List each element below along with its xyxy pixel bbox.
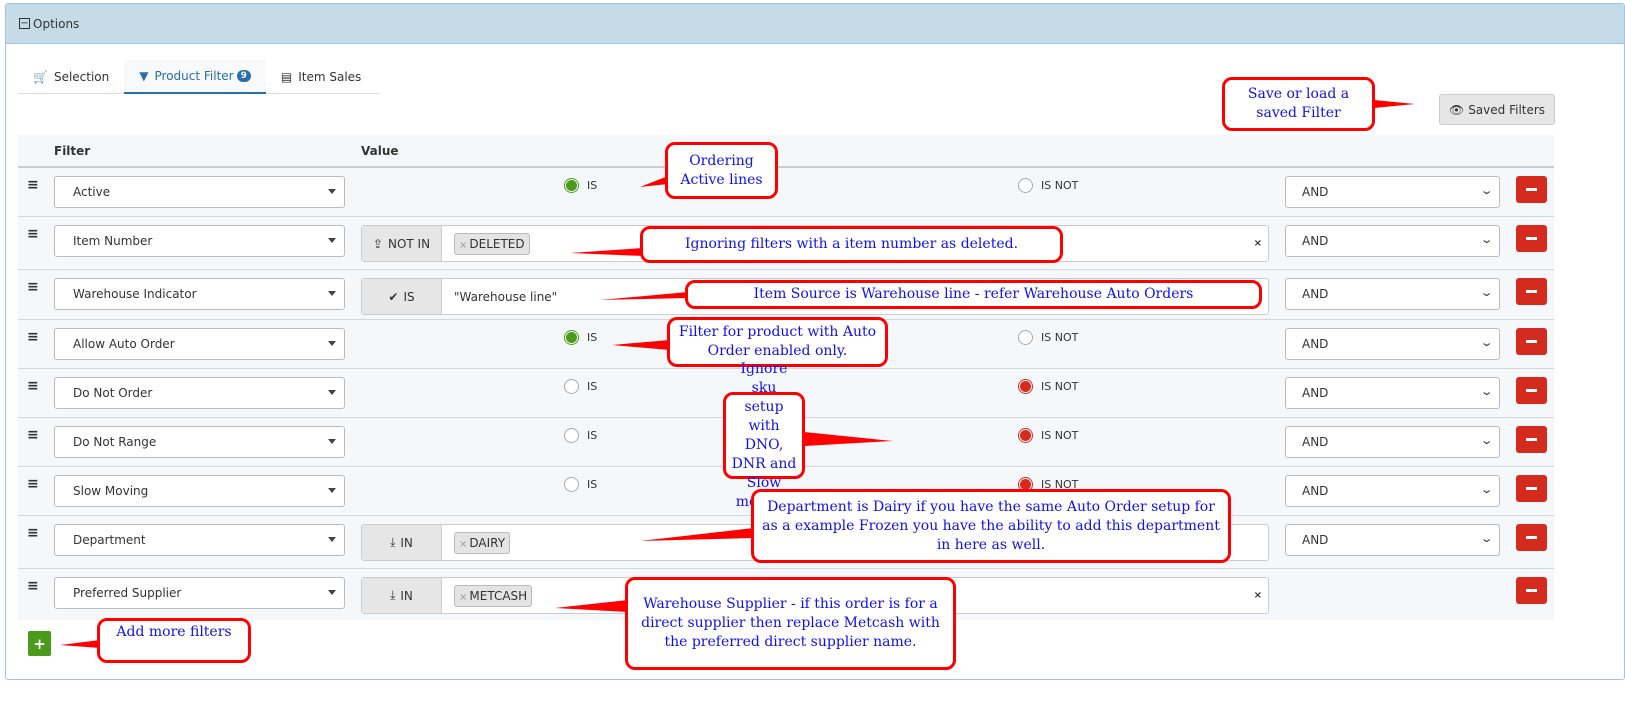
pointer-saved xyxy=(1374,100,1415,108)
annotation-ignore-sku: Ignore sku setup with DNO, DNR and Slow … xyxy=(723,361,805,510)
pointer-add xyxy=(60,640,100,648)
annotation-saved-filter: Save or load a saved Filter xyxy=(1222,77,1375,131)
annotation-active: Ordering Active lines xyxy=(665,142,778,199)
annotation-department: Department is Dairy if you have the same… xyxy=(751,489,1231,563)
annotation-item-number: Ignoring filters with a item number as d… xyxy=(640,226,1063,263)
annotation-warehouse: Item Source is Warehouse line - refer Wa… xyxy=(685,280,1262,309)
pointer-supplier xyxy=(555,600,628,612)
pointer-item-number xyxy=(570,248,643,256)
pointer-active xyxy=(640,176,668,187)
pointer-warehouse xyxy=(600,292,688,300)
pointer-ignore-sku xyxy=(804,432,893,446)
annotation-supplier: Warehouse Supplier - if this order is fo… xyxy=(625,577,956,670)
pointer-auto-order xyxy=(612,340,670,350)
annotation-add-filters: Add more filters xyxy=(97,618,251,663)
pointer-department xyxy=(640,528,754,541)
